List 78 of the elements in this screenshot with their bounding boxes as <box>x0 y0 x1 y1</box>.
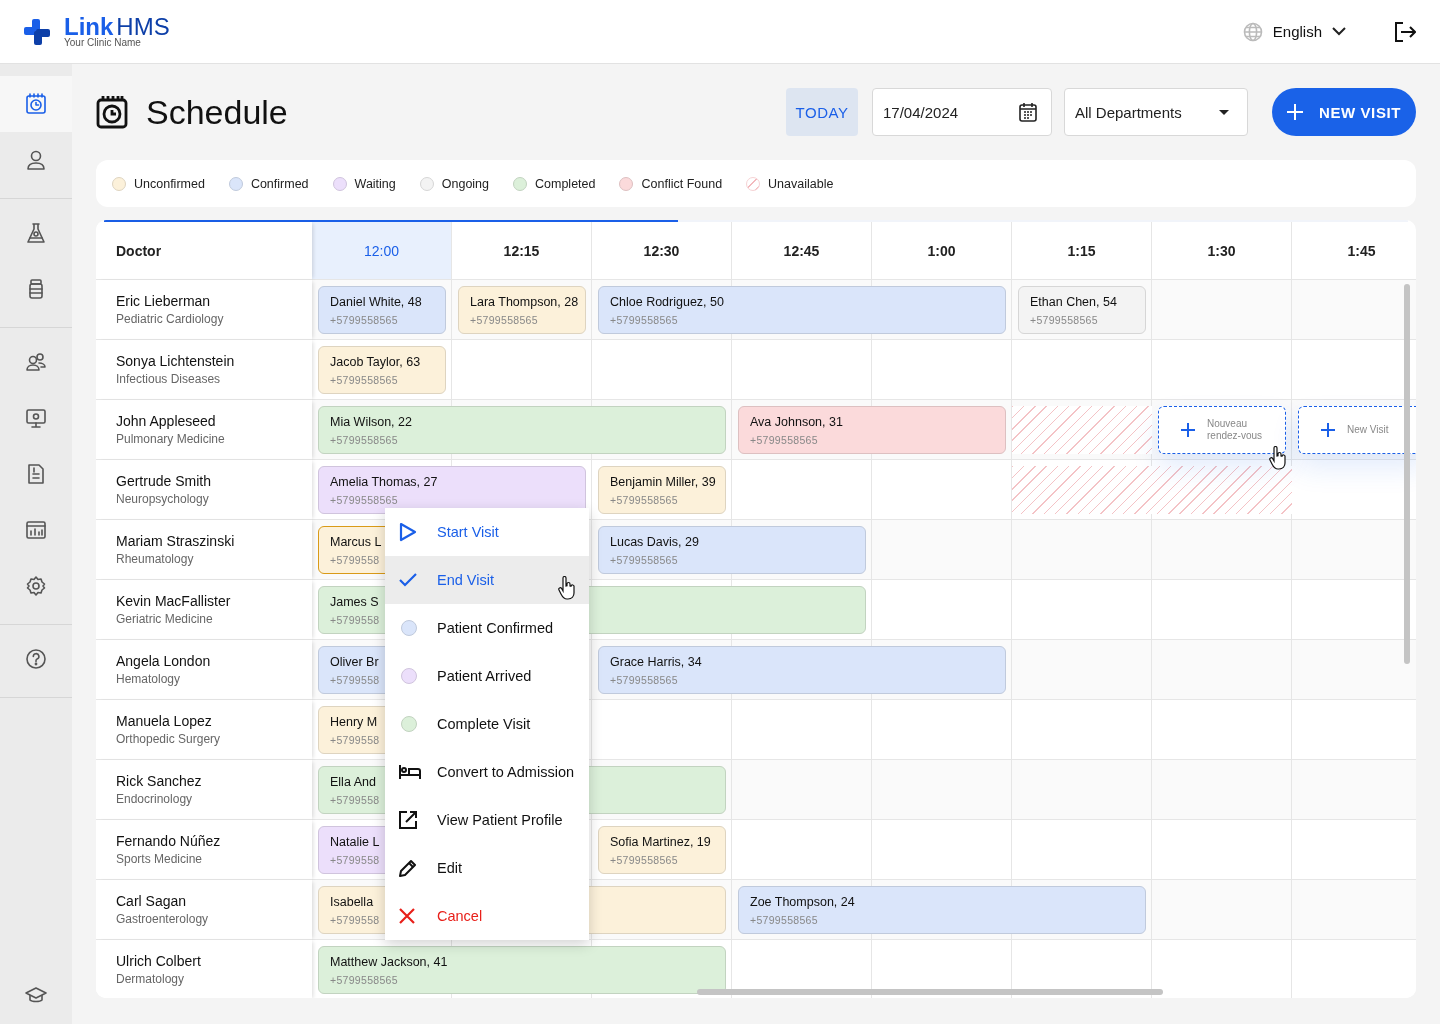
doctor-specialty: Dermatology <box>116 972 185 986</box>
doctor-name: Manuela Lopez <box>116 713 212 729</box>
patient-phone: +5799558565 <box>470 313 538 326</box>
patient-name: Matthew Jackson, 41 <box>330 954 448 969</box>
doctor-name: Mariam Straszinski <box>116 533 235 549</box>
doctor-name: John Appleseed <box>116 413 216 429</box>
patient-phone: +5799558565 <box>610 853 678 866</box>
doctor-specialty: Infectious Diseases <box>116 372 221 386</box>
patient-name: Ella And <box>330 774 376 789</box>
patient-phone: +5799558565 <box>610 673 678 686</box>
doctor-name: Kevin MacFallister <box>116 593 231 609</box>
legend-label: Unavailable <box>768 176 834 191</box>
doctor-specialty: Pediatric Cardiology <box>116 312 224 326</box>
doctor-name: Carl Sagan <box>116 893 187 909</box>
patient-name: Lucas Davis, 29 <box>610 534 699 549</box>
patient-phone: +5799558 <box>330 853 380 866</box>
legend-label: Waiting <box>354 176 396 191</box>
clinic-name: Your Clinic Name <box>64 36 141 48</box>
doctor-name: Rick Sanchez <box>116 773 202 789</box>
patient-name: Sofia Martinez, 19 <box>610 834 711 849</box>
patient-phone: +5799558565 <box>330 313 398 326</box>
doctor-name: Ulrich Colbert <box>116 953 201 969</box>
brand-suffix: HMS <box>116 15 170 38</box>
patient-phone: +5799558565 <box>1030 313 1098 326</box>
patient-name: Henry M <box>330 714 378 729</box>
patient-name: Ethan Chen, 54 <box>1030 294 1117 309</box>
patient-phone: +5799558565 <box>330 373 398 386</box>
patient-name: Mia Wilson, 22 <box>330 414 412 429</box>
patient-name: Daniel White, 48 <box>330 294 422 309</box>
page-title: Schedule <box>146 92 288 132</box>
doctor-specialty: Gastroenterology <box>116 912 209 926</box>
doctor-specialty: Pulmonary Medicine <box>116 432 225 446</box>
patient-phone: +5799558 <box>330 673 380 686</box>
patient-phone: +5799558565 <box>610 313 678 326</box>
legend-label: Conflict Found <box>641 176 723 191</box>
doctor-name: Fernando Núñez <box>116 833 221 849</box>
patient-name: Grace Harris, 34 <box>610 654 702 669</box>
patient-name: Isabella <box>330 894 374 909</box>
patient-phone: +5799558565 <box>610 493 678 506</box>
legend-label: Completed <box>535 176 596 191</box>
patient-phone: +5799558 <box>330 913 380 926</box>
patient-name: Chloe Rodriguez, 50 <box>610 294 724 309</box>
patient-phone: +5799558 <box>330 553 380 566</box>
doctor-specialty: Sports Medicine <box>116 852 203 866</box>
patient-phone: +5799558565 <box>330 493 398 506</box>
doctor-specialty: Orthopedic Surgery <box>116 732 221 746</box>
patient-name: Zoe Thompson, 24 <box>750 894 855 909</box>
patient-phone: +5799558565 <box>750 913 818 926</box>
doctor-name: Sonya Lichtenstein <box>116 353 235 369</box>
doctor-specialty: Rheumatology <box>116 552 194 566</box>
doctor-specialty: Geriatric Medicine <box>116 612 213 626</box>
patient-name: Benjamin Miller, 39 <box>610 474 716 489</box>
doctor-specialty: Endocrinology <box>116 792 193 806</box>
patient-name: Marcus L <box>330 534 382 549</box>
doctor-specialty: Neuropsychology <box>116 492 209 506</box>
doctor-name: Eric Lieberman <box>116 293 211 309</box>
patient-phone: +5799558 <box>330 793 380 806</box>
legend-label: Unconfirmed <box>134 176 205 191</box>
doctor-specialty: Hematology <box>116 672 181 686</box>
doctor-name: Angela London <box>116 653 211 669</box>
legend-label: Confirmed <box>250 176 309 191</box>
column-header: Doctor <box>116 242 162 259</box>
patient-name: Ava Johnson, 31 <box>750 414 843 429</box>
patient-phone: +5799558565 <box>330 973 398 986</box>
patient-name: Amelia Thomas, 27 <box>330 474 438 489</box>
patient-phone: +5799558565 <box>330 433 398 446</box>
patient-phone: +5799558 <box>330 613 380 626</box>
patient-name: Lara Thompson, 28 <box>470 294 579 309</box>
doctor-name: Gertrude Smith <box>116 473 211 489</box>
patient-name: James S <box>330 594 379 609</box>
patient-phone: +5799558565 <box>750 433 818 446</box>
patient-name: Natalie L <box>330 834 380 849</box>
patient-name: Jacob Taylor, 63 <box>330 354 421 369</box>
patient-name: Oliver Br <box>330 654 379 669</box>
brand-name: Link <box>64 15 114 38</box>
legend-label: Ongoing <box>441 176 490 191</box>
patient-phone: +5799558 <box>330 733 380 746</box>
patient-phone: +5799558565 <box>610 553 678 566</box>
